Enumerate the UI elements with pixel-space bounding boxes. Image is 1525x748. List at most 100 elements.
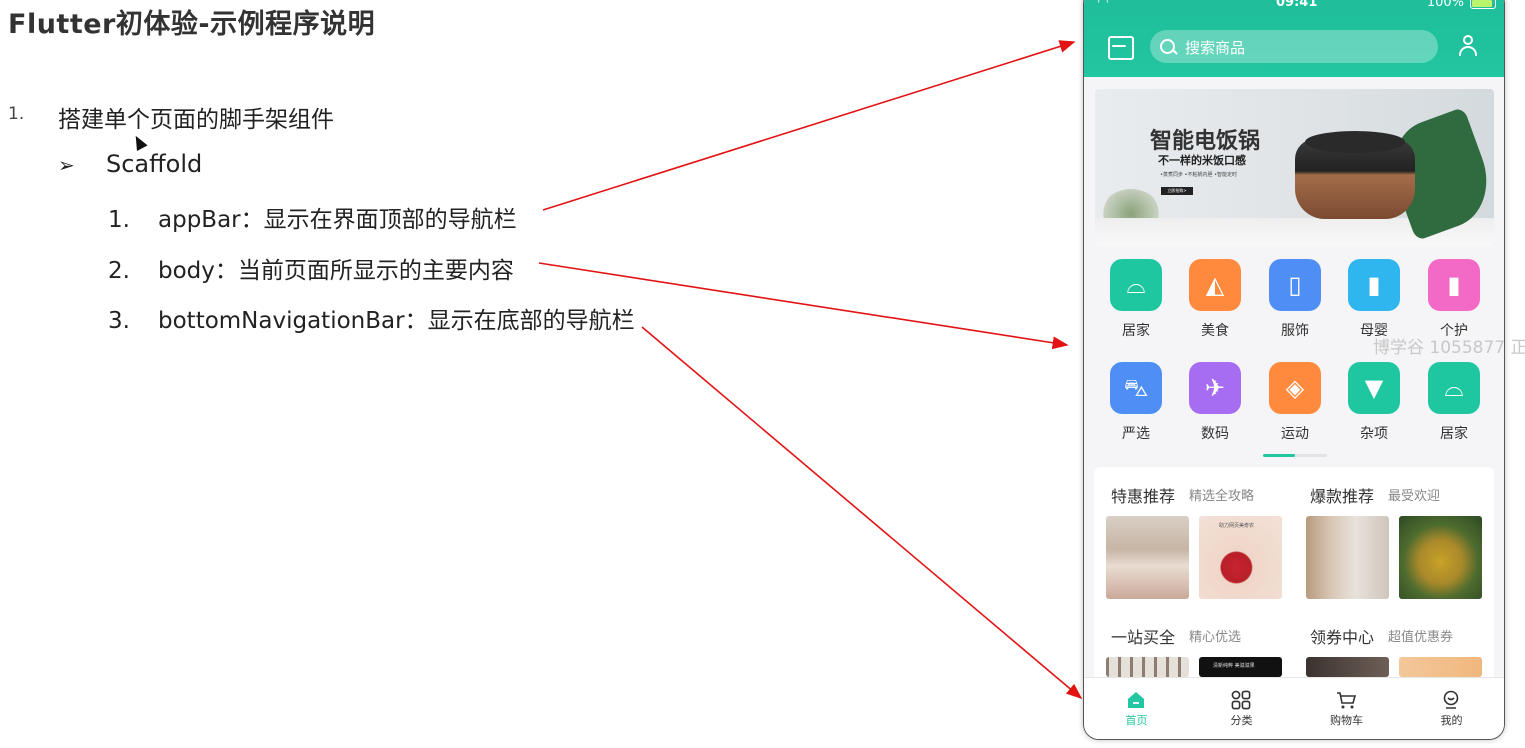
sub-item-text: appBar：显示在界面顶部的导航栏 <box>158 207 517 233</box>
plane-icon: ✈ <box>1204 374 1226 402</box>
category-tile: ▯ <box>1269 259 1321 311</box>
rec-subtitle: 精选全攻略 <box>1189 489 1255 504</box>
scan-icon[interactable] <box>1108 36 1134 60</box>
nav-item-cart[interactable]: 购物车 <box>1294 678 1399 730</box>
category-item[interactable]: ▯ 服饰 <box>1257 259 1337 355</box>
sub-item-number: 2. <box>108 258 130 284</box>
product-thumb-shelf[interactable] <box>1106 657 1189 677</box>
banner-carousel[interactable]: 智能电饭锅 不一样的米饭口感 •蒸煮同步 •不粘锅内胆 •智能定时 立即抢购> <box>1095 89 1494 246</box>
status-bar: ◠ 09:41 100% <box>1084 0 1504 13</box>
rec-subtitle: 最受欢迎 <box>1388 489 1441 504</box>
category-label: 居家 <box>1122 323 1150 339</box>
car-icon: ⛍ <box>1123 374 1149 402</box>
bottom-navigation-bar: 首页 分类 购物车 我的 <box>1084 677 1504 739</box>
rec-subtitle: 精心优选 <box>1189 630 1242 645</box>
sub-item-bottomnav: 3. bottomNavigationBar：显示在底部的导航栏 <box>108 301 635 335</box>
search-placeholder: 搜索商品 <box>1185 39 1246 57</box>
cloche-icon: ⌓ <box>1444 374 1464 402</box>
rec-title: 爆款推荐 <box>1310 487 1375 506</box>
nav-item-category[interactable]: 分类 <box>1189 678 1294 730</box>
category-item[interactable]: ⌓ 居家 <box>1416 362 1496 458</box>
cart-icon <box>1337 692 1356 709</box>
dark-thumb-text: 清新纯粹 美滋滋果 <box>1213 663 1255 669</box>
nav-label: 分类 <box>1230 714 1253 727</box>
search-icon <box>1160 39 1175 54</box>
product-thumb-apple[interactable]: 助力网页美奇农 <box>1199 516 1282 599</box>
battery-percent: 100% <box>1426 0 1464 10</box>
category-tile: ◈ <box>1269 362 1321 414</box>
carousel-indicator <box>1255 237 1355 241</box>
nav-item-home[interactable]: 首页 <box>1084 678 1189 730</box>
category-label: 杂项 <box>1360 426 1388 442</box>
category-item[interactable]: ◈ 运动 <box>1257 362 1337 458</box>
category-tile: ▮ <box>1428 259 1480 311</box>
list-number: 1. <box>8 104 25 124</box>
search-input[interactable]: 搜索商品 <box>1150 30 1438 63</box>
rec-title: 一站买全 <box>1111 628 1176 647</box>
category-item[interactable]: ⛍ 严选 <box>1098 362 1178 458</box>
scaffold-bullet-item: ➢ Scaffold <box>58 150 202 178</box>
app-bar: 搜索商品 <box>1084 13 1504 77</box>
bottle-icon: ▮ <box>1367 271 1381 299</box>
product-thumb-dark[interactable]: 清新纯粹 美滋滋果 <box>1199 657 1282 677</box>
tag-icon: ◈ <box>1285 374 1305 402</box>
sub-item-number: 3. <box>108 308 130 334</box>
category-item[interactable]: ✈ 数码 <box>1177 362 1257 458</box>
home-icon <box>1128 692 1144 708</box>
mouse-cursor-icon <box>130 133 148 151</box>
cake-icon: ◭ <box>1205 271 1225 299</box>
category-label: 服饰 <box>1281 323 1309 339</box>
category-tile: ▼ <box>1348 362 1400 414</box>
rec-title: 特惠推荐 <box>1111 487 1176 506</box>
grid-icon <box>1231 690 1251 710</box>
sub-item-text: bottomNavigationBar：显示在底部的导航栏 <box>158 308 635 334</box>
arrow-bullet-icon: ➢ <box>58 153 75 177</box>
scaffold-label: Scaffold <box>106 150 203 178</box>
banner-buy-button[interactable]: 立即抢购> <box>1161 187 1193 195</box>
status-time: 09:41 <box>1276 0 1318 10</box>
rec-title: 领券中心 <box>1310 628 1375 647</box>
user-icon[interactable] <box>1458 35 1478 57</box>
category-tile: ⛍ <box>1110 362 1162 414</box>
category-tile: ▮ <box>1348 259 1400 311</box>
phone-mockup: ◠ 09:41 100% 搜索商品 智能电饭锅 不一样的米饭口感 •蒸煮同步 •… <box>1083 0 1505 740</box>
category-item[interactable]: ◭ 美食 <box>1177 259 1257 355</box>
category-item[interactable]: ▼ 杂项 <box>1336 362 1416 458</box>
battery-icon <box>1470 0 1496 9</box>
rice-cooker-image <box>1295 131 1415 219</box>
sub-item-text: body：当前页面所显示的主要内容 <box>158 258 514 284</box>
product-thumb-bed[interactable] <box>1106 516 1189 599</box>
nav-label: 我的 <box>1440 714 1463 727</box>
sub-item-appbar: 1. appBar：显示在界面顶部的导航栏 <box>108 200 517 234</box>
lipstick-icon: ▮ <box>1447 271 1461 299</box>
banner-title: 智能电饭锅 <box>1150 129 1261 154</box>
profile-icon <box>1443 690 1459 709</box>
product-thumb-interior[interactable] <box>1306 657 1389 677</box>
category-tile: ⌓ <box>1110 259 1162 311</box>
category-page-indicator <box>1263 454 1327 457</box>
cloche-icon: ⌓ <box>1126 271 1146 299</box>
category-label: 严选 <box>1122 426 1150 442</box>
category-tile: ✈ <box>1189 362 1241 414</box>
product-thumb-durian[interactable] <box>1399 516 1482 599</box>
arrow-appbar <box>542 40 1076 211</box>
banner-subtitle: 不一样的米饭口感 <box>1158 154 1246 167</box>
list-item-text: 搭建单个页面的脚手架组件 <box>58 107 334 133</box>
apple-thumb-text: 助力网页美奇农 <box>1219 523 1255 529</box>
category-label: 运动 <box>1281 426 1309 442</box>
category-tile: ⌓ <box>1428 362 1480 414</box>
banner-tags: •蒸煮同步 •不粘锅内胆 •智能定时 <box>1160 172 1238 178</box>
watermark-text: 博学谷 1055877 正 <box>1373 338 1525 358</box>
arrow-bottomnav <box>641 326 1083 700</box>
nav-label: 购物车 <box>1330 714 1363 727</box>
sub-item-body: 2. body：当前页面所显示的主要内容 <box>108 251 514 285</box>
nav-item-profile[interactable]: 我的 <box>1399 678 1504 730</box>
category-label: 居家 <box>1440 426 1468 442</box>
product-thumb-fruit[interactable] <box>1399 657 1482 677</box>
category-label: 数码 <box>1201 426 1229 442</box>
product-thumb-room[interactable] <box>1306 516 1389 599</box>
nav-label: 首页 <box>1125 714 1148 727</box>
bookmark-icon: ▼ <box>1364 374 1384 402</box>
sub-item-number: 1. <box>108 207 130 233</box>
category-item[interactable]: ⌓ 居家 <box>1098 259 1178 355</box>
